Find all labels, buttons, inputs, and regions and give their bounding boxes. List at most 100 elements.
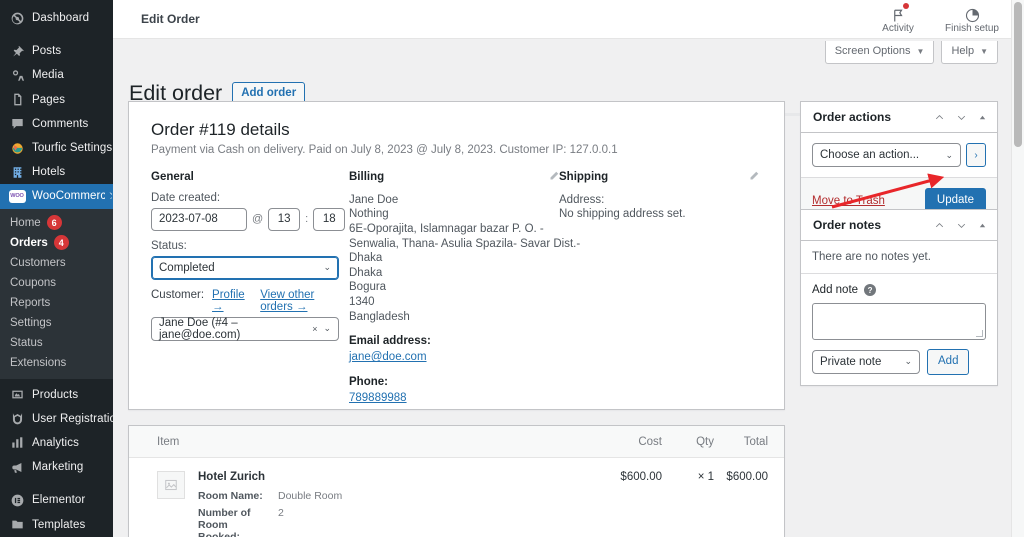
order-columns: General Date created: 2023-07-08 @ 13 : … (151, 171, 762, 406)
activity-label: Activity (882, 23, 914, 34)
sidebar-item-dashboard[interactable]: Dashboard (0, 6, 113, 30)
billing-heading: Billing (349, 171, 559, 184)
billing-line: Jane Doe (349, 193, 399, 206)
order-heading: Order #119 details (151, 120, 290, 139)
move-up-icon[interactable] (934, 112, 945, 123)
add-note-button[interactable]: Add (927, 349, 970, 375)
apply-action-button[interactable]: › (966, 143, 986, 167)
order-action-select[interactable]: Choose an action... ⌄ (812, 143, 961, 167)
customer-profile-link[interactable]: Profile → (212, 289, 252, 313)
hour-input[interactable]: 13 (268, 207, 301, 231)
media-icon (8, 66, 26, 84)
submenu-item-extensions[interactable]: Extensions (0, 353, 113, 373)
meta-row: Number of Room Booked: 2 (198, 507, 342, 537)
billing-line: Bangladesh (349, 310, 410, 323)
sidebar-item-woocommerce[interactable]: WOO WooCommerce (0, 184, 113, 209)
note-type-select[interactable]: Private note ⌄ (812, 349, 920, 374)
help-icon[interactable]: ? (864, 284, 877, 296)
move-down-icon[interactable] (956, 112, 967, 123)
sidebar-item-comments[interactable]: Comments (0, 112, 113, 136)
add-note-body: Add note ? Private note ⌄ Add (801, 274, 997, 385)
sidebar-item-user-registration[interactable]: User Registration (0, 407, 113, 431)
product-thumbnail-icon (157, 471, 185, 499)
panel-handles[interactable] (934, 112, 987, 123)
admin-bar: Edit Order Activity Finish setup (113, 0, 1011, 39)
add-note-textarea[interactable] (812, 303, 986, 340)
analytics-icon (8, 434, 26, 452)
submenu-label: Reports (10, 296, 51, 309)
move-down-icon[interactable] (956, 220, 967, 231)
sidebar-item-tourfic-settings[interactable]: Tourfic Settings (0, 136, 113, 160)
sidebar-item-posts[interactable]: Posts (0, 39, 113, 63)
date-created-row: 2023-07-08 @ 13 : 18 (151, 207, 349, 231)
item-cost: $600.00 (620, 471, 662, 483)
submenu-item-orders[interactable]: Orders 4 (0, 233, 113, 253)
submenu-item-customers[interactable]: Customers (0, 253, 113, 273)
admin-sidebar[interactable]: Dashboard Posts Media Pages Comments Tou… (0, 0, 113, 537)
progress-circle-icon (943, 2, 1001, 23)
sidebar-item-marketing[interactable]: Marketing (0, 455, 113, 479)
table-row[interactable]: Hotel Zurich Room Name: Double Room Numb… (129, 458, 784, 537)
sidebar-item-pages[interactable]: Pages (0, 88, 113, 112)
dashboard-icon (8, 9, 26, 27)
view-other-orders-link[interactable]: View other orders → (260, 289, 349, 313)
user-registration-icon (8, 410, 26, 428)
chevron-down-icon: ⌄ (904, 356, 912, 367)
minute-input[interactable]: 18 (313, 207, 346, 231)
sidebar-item-elementor[interactable]: Elementor (0, 488, 113, 512)
panel-handles[interactable] (934, 220, 987, 231)
submenu-label: Settings (10, 316, 52, 329)
move-to-trash-link[interactable]: Move to Trash (812, 195, 885, 207)
move-up-icon[interactable] (934, 220, 945, 231)
order-items-panel: Item Cost Qty Total Hotel Zurich Room Na… (128, 425, 785, 537)
status-label: Status: (151, 239, 187, 252)
billing-email-link[interactable]: jane@doe.com (349, 351, 427, 363)
tourfic-icon (8, 139, 26, 157)
submenu-label: Coupons (10, 276, 57, 289)
date-created-input[interactable]: 2023-07-08 (151, 207, 247, 231)
notes-empty-message: There are no notes yet. (801, 241, 997, 274)
help-tab[interactable]: Help ▼ (941, 41, 998, 65)
order-status-select[interactable]: Completed ⌄ (151, 255, 339, 280)
woocommerce-submenu[interactable]: Home 6 Orders 4 Customers Coupons Report… (0, 208, 113, 379)
submenu-label: Orders (10, 236, 48, 249)
clear-customer-icon[interactable]: × (312, 324, 317, 334)
item-cell: Hotel Zurich Room Name: Double Room Numb… (129, 471, 592, 537)
shipping-address: Address: No shipping address set. (559, 193, 759, 222)
submenu-item-home[interactable]: Home 6 (0, 213, 113, 233)
column-header-total: Total (743, 435, 768, 448)
customer-select[interactable]: Jane Doe (#4 – jane@doe.com) × ⌄ (151, 316, 339, 341)
pin-icon (8, 42, 26, 60)
toggle-panel-icon[interactable] (978, 113, 987, 122)
chevron-down-icon: ▼ (916, 47, 925, 57)
sidebar-item-label: Dashboard (32, 12, 90, 25)
billing-line: Dhaka (349, 252, 383, 265)
sidebar-item-analytics[interactable]: Analytics (0, 431, 113, 455)
submenu-item-coupons[interactable]: Coupons (0, 273, 113, 293)
activity-button[interactable]: Activity (869, 2, 927, 34)
sidebar-separator (0, 479, 113, 488)
chevron-down-icon: ▼ (980, 47, 988, 57)
adminbar-actions: Activity Finish setup (869, 2, 1001, 34)
sidebar-item-hotels[interactable]: Hotels (0, 160, 113, 184)
megaphone-icon (8, 458, 26, 476)
page-scrollbar-thumb[interactable] (1014, 2, 1022, 147)
pencil-icon[interactable] (749, 171, 759, 184)
submenu-item-reports[interactable]: Reports (0, 293, 113, 313)
finish-setup-button[interactable]: Finish setup (943, 2, 1001, 34)
page-scrollbar-track[interactable] (1011, 0, 1024, 537)
shipping-heading-label: Shipping (559, 171, 609, 184)
item-name[interactable]: Hotel Zurich (198, 471, 342, 483)
submenu-item-settings[interactable]: Settings (0, 313, 113, 333)
sidebar-item-templates[interactable]: Templates (0, 512, 113, 536)
toggle-panel-icon[interactable] (978, 221, 987, 230)
adminbar-title: Edit Order (141, 12, 200, 26)
customer-label: Customer: (151, 288, 205, 301)
billing-phone-link[interactable]: 789889988 (349, 392, 407, 404)
pencil-icon[interactable] (549, 171, 559, 184)
sidebar-item-products[interactable]: Products (0, 383, 113, 407)
screen-options-tab[interactable]: Screen Options ▼ (824, 41, 935, 65)
submenu-item-status[interactable]: Status (0, 333, 113, 353)
item-meta: Room Name: Double Room Number of Room Bo… (198, 490, 342, 537)
sidebar-item-media[interactable]: Media (0, 63, 113, 87)
